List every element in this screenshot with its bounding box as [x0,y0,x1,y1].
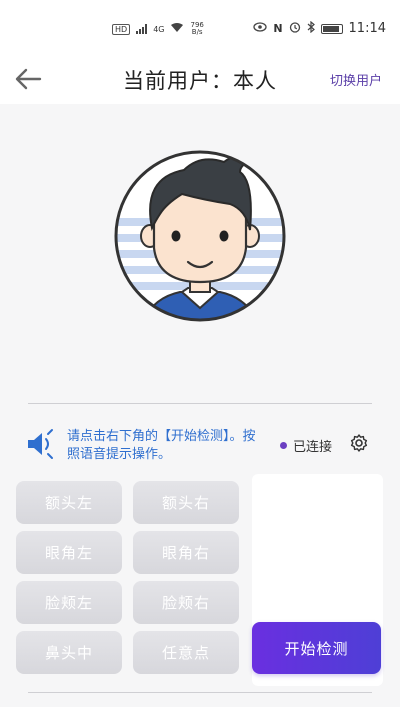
signal-icon [136,24,148,34]
start-detection-button[interactable]: 开始检测 [252,622,381,674]
hint-text: 请点击右下角的【开始检测】。按照语音提示操作。 [67,429,256,462]
forehead-right-button[interactable]: 额头右 [133,481,239,524]
avatar [112,148,288,324]
network-type: 4G [153,24,165,34]
clock: 11:14 [348,21,386,36]
forehead-left-button[interactable]: 额头左 [16,481,122,524]
nfc-icon: N [273,22,283,35]
cheek-left-button[interactable]: 脸颊左 [16,581,122,624]
speaker-icon [26,428,56,460]
status-dot [280,442,287,449]
status-bar: HD 4G 796 B/s N 11:14 [0,0,400,54]
switch-user-button[interactable]: 切换用户 [330,70,382,89]
divider-bottom [28,692,372,693]
eye-corner-left-button[interactable]: 眼角左 [16,531,122,574]
bluetooth-icon [307,20,315,36]
any-point-button[interactable]: 任意点 [133,631,239,674]
wifi-icon [170,22,184,36]
gear-icon [350,434,368,452]
eye-corner-right-button[interactable]: 眼角右 [133,531,239,574]
app-header: 当前用户：本人 切换用户 [0,54,400,104]
settings-button[interactable] [349,433,369,453]
hd-badge: HD [112,23,131,35]
divider-top [28,403,372,404]
connection-status: 已连接 [280,436,332,455]
nose-middle-button[interactable]: 鼻头中 [16,631,122,674]
status-bar-right: N 11:14 [253,20,386,36]
net-speed: 796 B/s [190,22,203,36]
alarm-icon [289,21,301,36]
connection-status-label: 已连接 [293,440,333,455]
cheek-right-button[interactable]: 脸颊右 [133,581,239,624]
status-bar-left: HD 4G 796 B/s [112,22,204,36]
battery-icon [320,23,343,34]
eye-icon [253,22,267,35]
net-speed-unit: B/s [191,28,203,36]
